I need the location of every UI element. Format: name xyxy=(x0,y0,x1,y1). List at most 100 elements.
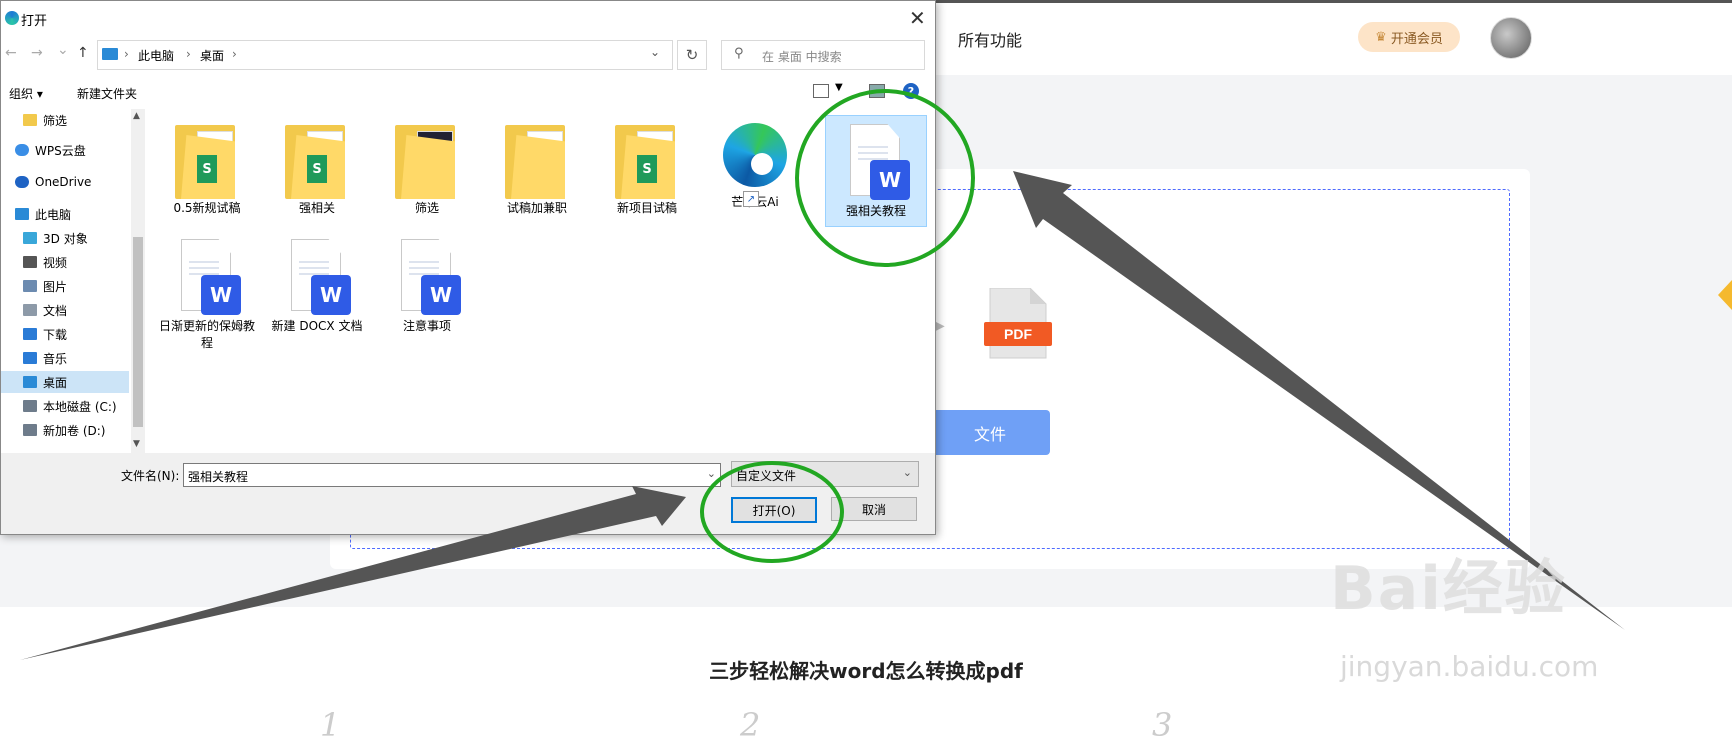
view-dropdown-icon[interactable]: ▼ xyxy=(835,82,843,93)
pdf-badge-text: PDF xyxy=(1004,326,1032,342)
filetype-select[interactable]: 自定义文件 ⌄ xyxy=(731,461,919,487)
up-arrow-icon[interactable]: ↑ xyxy=(77,45,89,61)
file-name: 新建 DOCX 文档 xyxy=(271,319,363,333)
new-folder-button[interactable]: 新建文件夹 xyxy=(77,85,137,102)
word-doc-icon: W xyxy=(285,239,351,317)
view-options-icon[interactable] xyxy=(813,84,829,98)
file-item[interactable]: W 注意事项 xyxy=(377,231,477,334)
scroll-down-icon[interactable]: ▼ xyxy=(133,439,140,449)
step-number-2: 2 xyxy=(740,706,761,744)
filename-input[interactable]: 强相关教程 ⌄ xyxy=(183,463,721,487)
breadcrumb-separator: › xyxy=(124,47,129,61)
sidebar-item-documents[interactable]: 文档 xyxy=(23,299,67,321)
scroll-thumb[interactable] xyxy=(133,237,143,427)
cancel-button[interactable]: 取消 xyxy=(831,497,917,521)
file-name: 新项目试稿 xyxy=(616,201,677,215)
vip-button[interactable]: ♛ 开通会员 xyxy=(1358,22,1460,52)
breadcrumb-separator: › xyxy=(232,47,237,61)
folder-icon: S xyxy=(175,121,239,199)
folder-icon xyxy=(395,121,459,199)
watermark-url: jingyan.baidu.com xyxy=(1340,650,1599,683)
sidebar-item-downloads[interactable]: 下载 xyxy=(23,323,67,345)
close-icon[interactable]: ✕ xyxy=(909,6,926,30)
search-icon: ⚲ xyxy=(734,46,744,61)
word-doc-icon: W xyxy=(844,124,910,202)
avatar[interactable] xyxy=(1490,17,1532,59)
edge-app-icon xyxy=(5,11,19,25)
chevron-down-icon: ⌄ xyxy=(902,466,912,479)
dialog-bottom-bar: 文件名(N): 强相关教程 ⌄ 自定义文件 ⌄ 打开(O) 取消 xyxy=(1,453,935,534)
sidebar-item-music[interactable]: 音乐 xyxy=(23,347,67,369)
file-name: 日渐更新的保姆教程 xyxy=(158,319,255,350)
sidebar-item-this-pc[interactable]: 此电脑 xyxy=(15,203,71,225)
folder-icon xyxy=(505,121,569,199)
sidebar-item-3d-objects[interactable]: 3D 对象 xyxy=(23,227,88,249)
edge-icon: ↗ xyxy=(723,123,787,207)
dialog-toolbar: 组织 ▾ 新建文件夹 ▼ ? xyxy=(1,75,935,110)
file-item-selected[interactable]: W 强相关教程 xyxy=(825,115,927,227)
help-icon[interactable]: ? xyxy=(903,83,919,99)
sidebar-item-pictures[interactable]: 图片 xyxy=(23,275,67,297)
folder-icon: S xyxy=(285,121,349,199)
sidebar-item-drive-d[interactable]: 新加卷 (D:) xyxy=(23,419,105,441)
dialog-titlebar: 打开 ✕ xyxy=(1,1,935,35)
folder-icon xyxy=(23,114,37,126)
file-item[interactable]: 筛选 xyxy=(377,113,477,216)
breadcrumb-this-pc[interactable]: 此电脑 xyxy=(138,47,174,64)
sidebar-scrollbar[interactable]: ▲ ▼ xyxy=(131,109,145,453)
step-number-1: 1 xyxy=(320,706,341,744)
file-item[interactable]: W 日渐更新的保姆教程 xyxy=(157,231,257,351)
file-name: 0.5新规试稿 xyxy=(173,201,241,215)
navigation-pane: 筛选 WPS云盘 OneDrive 此电脑 3D 对象 视频 图片 文档 下载 … xyxy=(1,109,148,453)
step-number-3: 3 xyxy=(1152,706,1173,744)
recent-locations-icon[interactable]: ⌄ xyxy=(57,42,69,58)
address-bar[interactable]: › 此电脑 › 桌面 › ⌄ xyxy=(97,40,673,70)
file-name: 注意事项 xyxy=(402,319,451,333)
file-item[interactable]: ↗ 芒果云Ai xyxy=(705,113,805,210)
sidebar-item-wps-cloud[interactable]: WPS云盘 xyxy=(15,139,86,161)
cube-icon xyxy=(23,232,37,244)
forward-arrow-icon[interactable]: → xyxy=(31,45,43,61)
picture-icon xyxy=(23,280,37,292)
sidebar-item-drive-c[interactable]: 本地磁盘 (C:) xyxy=(23,395,117,417)
shortcut-arrow-icon: ↗ xyxy=(743,191,759,207)
vip-label: 开通会员 xyxy=(1390,31,1443,47)
file-name: 强相关教程 xyxy=(845,204,906,218)
breadcrumb-desktop[interactable]: 桌面 xyxy=(200,47,224,64)
nav-all-features[interactable]: 所有功能 xyxy=(958,27,1022,51)
sidebar-item-onedrive[interactable]: OneDrive xyxy=(15,171,91,193)
sidebar-item-filter[interactable]: 筛选 xyxy=(23,109,67,131)
filename-value: 强相关教程 xyxy=(188,470,249,484)
computer-icon xyxy=(102,48,118,60)
breadcrumb-separator: › xyxy=(186,47,191,61)
sidebar-item-desktop[interactable]: 桌面 xyxy=(1,371,129,393)
chevron-down-icon[interactable]: ⌄ xyxy=(650,45,660,59)
file-item[interactable]: W 新建 DOCX 文档 xyxy=(267,231,367,334)
word-doc-icon: W xyxy=(175,239,241,317)
desktop-icon xyxy=(23,376,37,388)
sidebar-item-videos[interactable]: 视频 xyxy=(23,251,67,273)
folder-icon: S xyxy=(615,121,679,199)
file-item[interactable]: S 新项目试稿 xyxy=(597,113,697,216)
chevron-down-icon[interactable]: ⌄ xyxy=(707,467,716,480)
open-button[interactable]: 打开(O) xyxy=(731,497,817,523)
drive-icon xyxy=(23,424,37,436)
file-item[interactable]: 试稿加兼职 xyxy=(487,113,587,216)
computer-icon xyxy=(15,208,29,220)
video-icon xyxy=(23,256,37,268)
vip-icon: ♛ xyxy=(1375,29,1387,45)
back-arrow-icon[interactable]: ← xyxy=(5,45,17,61)
organize-menu[interactable]: 组织 ▾ xyxy=(9,85,43,102)
file-item[interactable]: S 强相关 xyxy=(267,113,367,216)
refresh-button[interactable]: ↻ xyxy=(677,40,707,70)
file-list: S 0.5新规试稿 S 强相关 筛选 试稿加兼职 S 新项目试稿 ↗ 芒果云Ai… xyxy=(147,109,935,453)
drive-icon xyxy=(23,400,37,412)
search-input[interactable]: ⚲ 在 桌面 中搜索 xyxy=(721,40,925,70)
filetype-value: 自定义文件 xyxy=(736,469,797,483)
dialog-title: 打开 xyxy=(21,14,48,29)
file-item[interactable]: S 0.5新规试稿 xyxy=(157,113,257,216)
file-name: 试稿加兼职 xyxy=(506,201,567,215)
cloud-icon xyxy=(15,144,29,156)
scroll-up-icon[interactable]: ▲ xyxy=(133,111,140,121)
preview-pane-icon[interactable] xyxy=(869,84,885,98)
